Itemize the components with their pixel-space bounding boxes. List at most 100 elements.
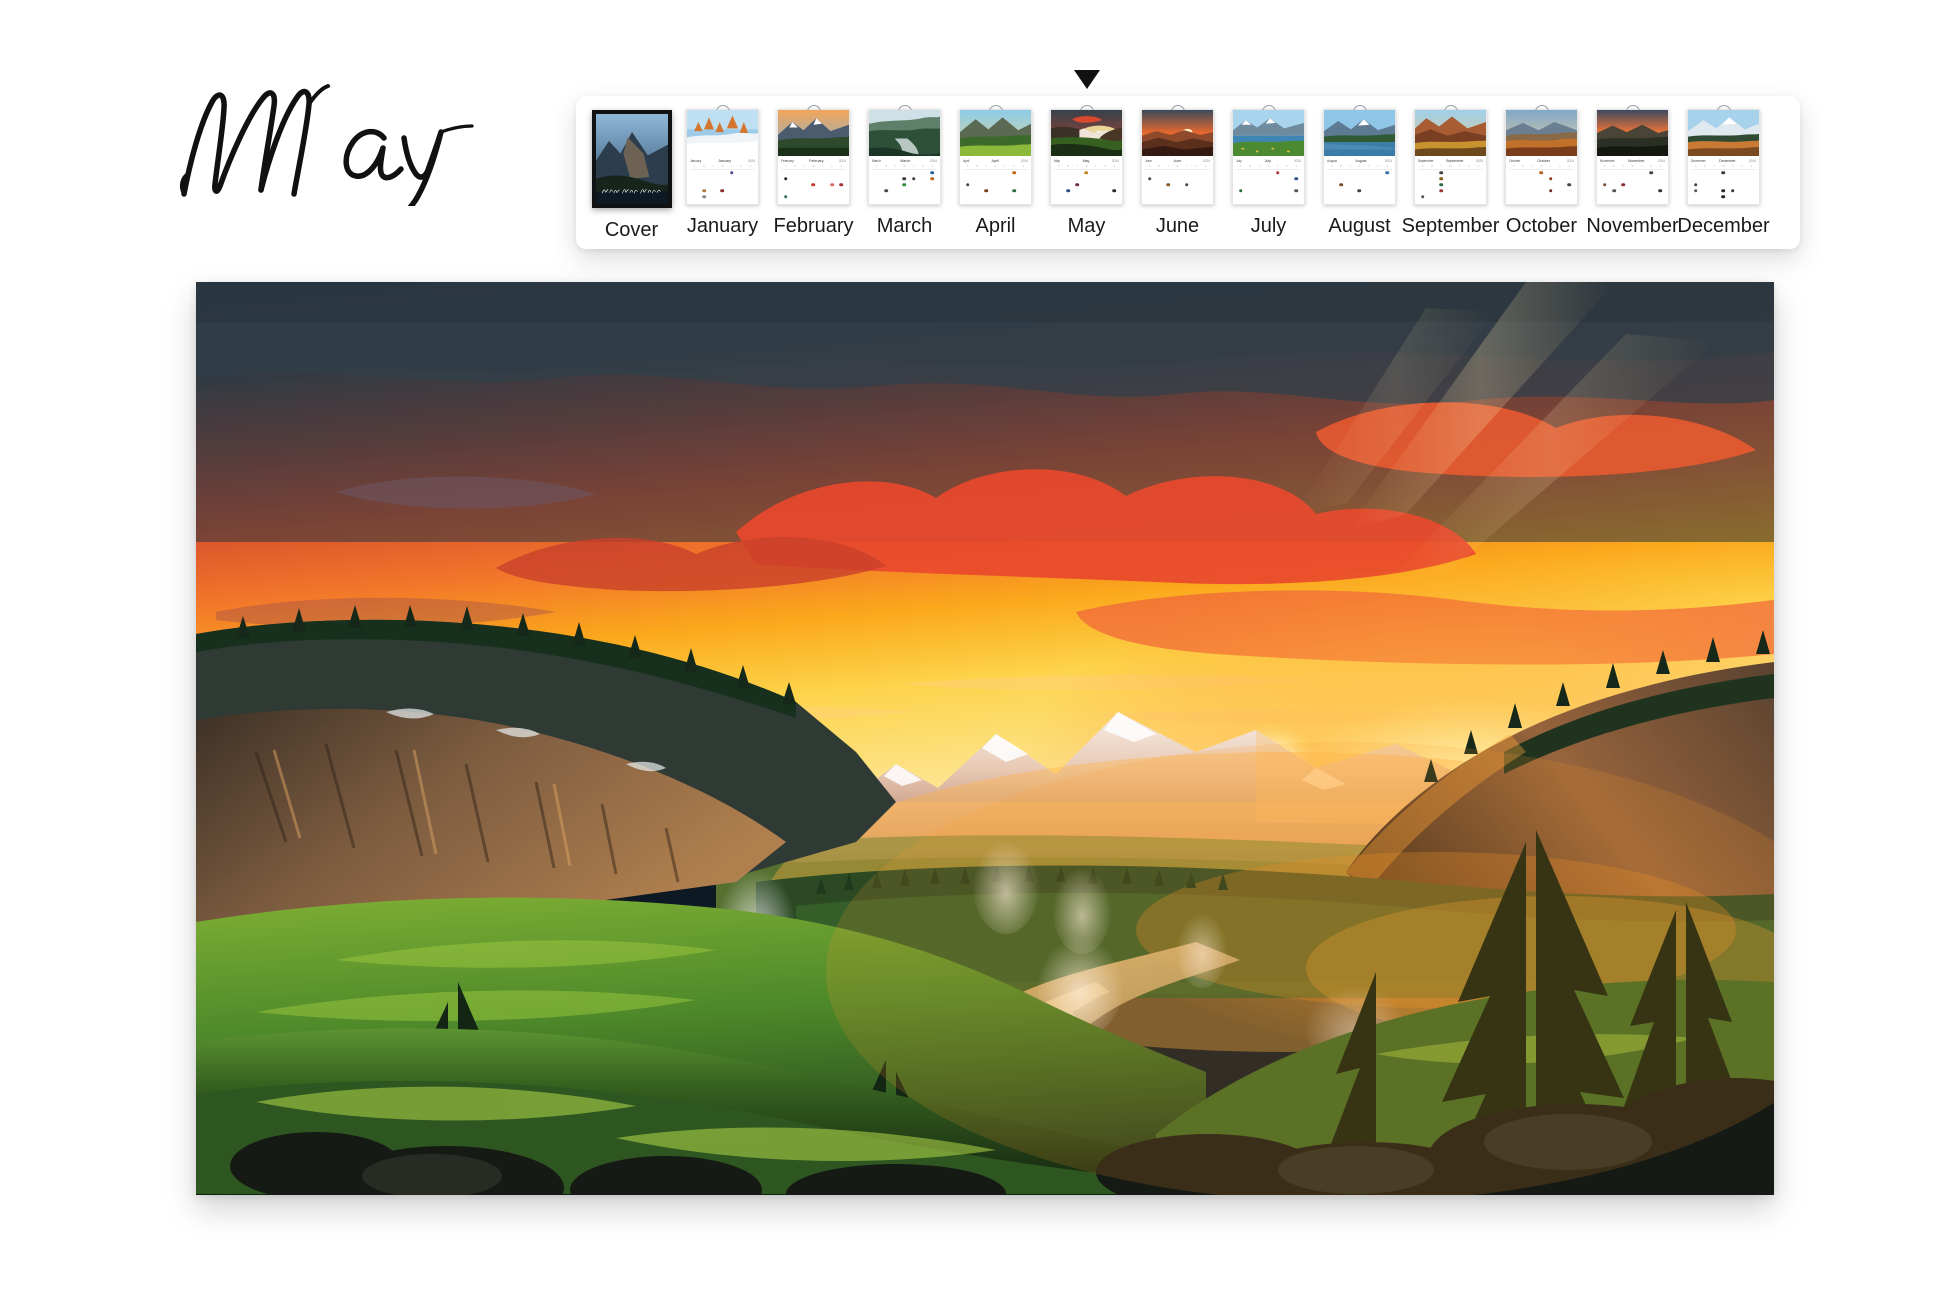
- wall-calendar-thumbnail: September September 2024 S M T W T F S · · · · · · · · · · ·…: [1414, 105, 1487, 205]
- calendar-day-cell: ·: [1113, 182, 1115, 186]
- weekday-initial: W: [1631, 165, 1634, 168]
- calendar-day-cells: · · · · · · · · · · · · · · · · · · · · · · · · · · · · · · · ·: [1145, 170, 1210, 200]
- calendar-day-cell: ·: [904, 170, 905, 174]
- thumbnail-item-october[interactable]: October October 2024 S M T W T F S · · · · · · · · · · · · · · ·…: [1497, 105, 1586, 239]
- calendar-day-cell: ·: [985, 182, 987, 186]
- calendar-day-cell: ·: [722, 182, 723, 186]
- calendar-day-cell: ·: [794, 194, 796, 198]
- wall-calendar-thumbnail: April April 2024 S M T W T F S · · · · · · · · · · · · · · · · · · ·…: [959, 105, 1032, 205]
- thumbnail-item-september[interactable]: September September 2024 S M T W T F S · · · · · · · · · · ·…: [1402, 105, 1499, 239]
- calendar-day-cell: ·: [1013, 182, 1015, 186]
- calendar-grid-header: July July 2024: [1236, 159, 1301, 164]
- weekday-initial: W: [1540, 165, 1543, 168]
- weekday-initial: T: [1186, 165, 1188, 168]
- calendar-day-cell: ·: [1204, 194, 1206, 198]
- thumbnail-item-june[interactable]: June June 2024 S M T W T F S · · · · · · · · · · · · · · · · · · · · ·…: [1133, 105, 1222, 239]
- weekday-initial: T: [731, 165, 733, 168]
- weekday-initial: S: [1295, 165, 1298, 168]
- calendar-day-cell: ·: [1531, 194, 1533, 198]
- calendar-scene-image: [778, 110, 849, 156]
- thumbnail-label: November: [1586, 215, 1679, 237]
- thumbnail-item-january[interactable]: January January 2024 S M T W T F S · · · · · · · · · · · · · · ·…: [678, 105, 767, 239]
- calendar-day-cell: ·: [1513, 194, 1515, 198]
- wall-calendar-thumbnail: June June 2024 S M T W T F S · · · · · · · · · · · · · · · · · · · · ·…: [1141, 105, 1214, 205]
- calendar-day-cell: ·: [1113, 194, 1115, 198]
- calendar-day-cell: ·: [840, 194, 842, 198]
- calendar-grid: August August 2024 S M T W T F S · · · · · · · · · · · · · · · · ·…: [1324, 156, 1395, 204]
- calendar-day-cell: ·: [1732, 194, 1734, 198]
- calendar-day-cell: ·: [1541, 194, 1542, 198]
- calendar-day-cell: ·: [1004, 194, 1006, 198]
- calendar-photo: [960, 110, 1031, 156]
- thumbnail-frame: February February 2024 S M T W T F S · · · · · · · · · · · · ·…: [775, 105, 852, 205]
- calendar-day-cell: ·: [1359, 182, 1360, 186]
- calendar-year: 2024: [1748, 159, 1756, 163]
- calendar-day-cell: ·: [885, 182, 887, 186]
- weekday-initial: W: [1176, 165, 1179, 168]
- weekday-initial: S: [784, 165, 787, 168]
- calendar-day-cell: ·: [840, 176, 842, 180]
- calendar-grid: January January 2024 S M T W T F S · · · · · · · · · · · · · · ·…: [687, 156, 758, 204]
- thumbnail-item-august[interactable]: August August 2024 S M T W T F S · · · · · · · · · · · · · · · · ·…: [1315, 105, 1404, 239]
- thumbnail-item-cover[interactable]: Cover: [587, 110, 676, 243]
- calendar-day-cell: ·: [1568, 194, 1570, 198]
- calendar-day-cell: ·: [694, 194, 696, 198]
- thumbnail-item-may[interactable]: May May 2024 S M T W T F S · · · · · · · · · · · · · · · · · · · · · · ·…: [1042, 105, 1131, 239]
- calendar-day-cells: · · · · · · · · · · · · · · · · · · · · · · · · · · · · · · ·: [690, 170, 755, 200]
- calendar-day-cells: · · · · · · · · · · · · · · · · · · · · · · · · · · · · · · ·: [1054, 170, 1119, 200]
- calendar-month-name: June: [1145, 159, 1152, 163]
- calendar-day-cells: · · · · · · · · · · · · · · · · · · · · · · · · · · · · · ·: [781, 170, 846, 200]
- calendar-year: 2024: [929, 159, 937, 163]
- calendar-month-name: November: [1600, 159, 1615, 163]
- thumbnail-item-november[interactable]: November November 2024 S M T W T F S · · · · · · · · · · · · ·…: [1586, 105, 1679, 239]
- calendar-day-cell: ·: [1741, 194, 1743, 198]
- calendar-grid-header: March March 2024: [872, 159, 937, 164]
- calendar-year: 2024: [1475, 159, 1483, 163]
- cover-caption-script: [600, 183, 664, 199]
- weekday-initial: S: [1330, 165, 1333, 168]
- wall-calendar-thumbnail: December December 2024 S M T W T F S · · · · · · · · · · · · ·…: [1687, 105, 1760, 205]
- calendar-day-cell: ·: [1723, 182, 1724, 186]
- thumbnail-item-march[interactable]: March March 2024 S M T W T F S · · · · · · · · · · · · · · · · · · ·…: [860, 105, 949, 239]
- thumbnail-label: February: [773, 215, 854, 237]
- calendar-photo: [869, 110, 940, 156]
- calendar-month-script: November: [1628, 159, 1645, 163]
- weekday-initial: S: [1022, 165, 1025, 168]
- calendar-day-cell: ·: [1158, 194, 1160, 198]
- calendar-grid-header: February February 2024: [781, 159, 846, 164]
- weekday-initial: W: [1722, 165, 1725, 168]
- calendar-day-cell: ·: [1659, 182, 1661, 186]
- hero-preview-image[interactable]: [196, 282, 1774, 1195]
- weekday-initial: S: [840, 165, 843, 168]
- calendar-day-cell: ·: [822, 194, 824, 198]
- calendar-day-cell: ·: [1186, 194, 1188, 198]
- weekday-initial: M: [1703, 165, 1706, 168]
- calendar-day-cell: ·: [976, 194, 978, 198]
- calendar-day-cell: ·: [1650, 194, 1652, 198]
- calendar-day-cell: ·: [1359, 194, 1360, 198]
- thumbnail-item-july[interactable]: July July 2024 S M T W T F S · · · · · · · · · · · · · · · · · · · · ·…: [1224, 105, 1313, 239]
- weekday-initial: S: [1239, 165, 1242, 168]
- thumbnail-item-february[interactable]: February February 2024 S M T W T F S · · · · · · · · · · · · ·…: [769, 105, 858, 239]
- weekday-initial: S: [1659, 165, 1662, 168]
- calendar-day-cell: ·: [931, 194, 933, 198]
- calendar-month-name: January: [690, 159, 702, 163]
- calendar-day-cell: ·: [712, 194, 714, 198]
- weekday-initial: T: [1076, 165, 1078, 168]
- weekday-initial: T: [803, 165, 805, 168]
- thumbnail-item-april[interactable]: April April 2024 S M T W T F S · · · · · · · · · · · · · · · · · · ·…: [951, 105, 1040, 239]
- calendar-month-script: December: [1719, 159, 1736, 163]
- calendar-month-name: September: [1418, 159, 1434, 163]
- weekday-initial: W: [721, 165, 724, 168]
- weekday-initial: T: [913, 165, 915, 168]
- calendar-year: 2024: [1657, 159, 1665, 163]
- thumbnail-strip[interactable]: Cover January January 2024 S M T W T F S · · · · · · · · · ·…: [576, 70, 1800, 249]
- calendar-grid-header: April April 2024: [963, 159, 1028, 164]
- calendar-day-cells: · · · · · · · · · · · · · · · · · · · · · · · · · · · · ·: [872, 170, 937, 200]
- thumbnail-item-december[interactable]: December December 2024 S M T W T F S · · · · · · · · · · · · ·…: [1677, 105, 1770, 239]
- calendar-day-cell: ·: [1268, 194, 1269, 198]
- thumbnail-label: July: [1250, 215, 1287, 237]
- calendar-year: 2024: [1202, 159, 1210, 163]
- calendar-grid: November November 2024 S M T W T F S · · · · · · · · · · · · ·…: [1597, 156, 1668, 204]
- calendar-day-cell: ·: [1195, 194, 1197, 198]
